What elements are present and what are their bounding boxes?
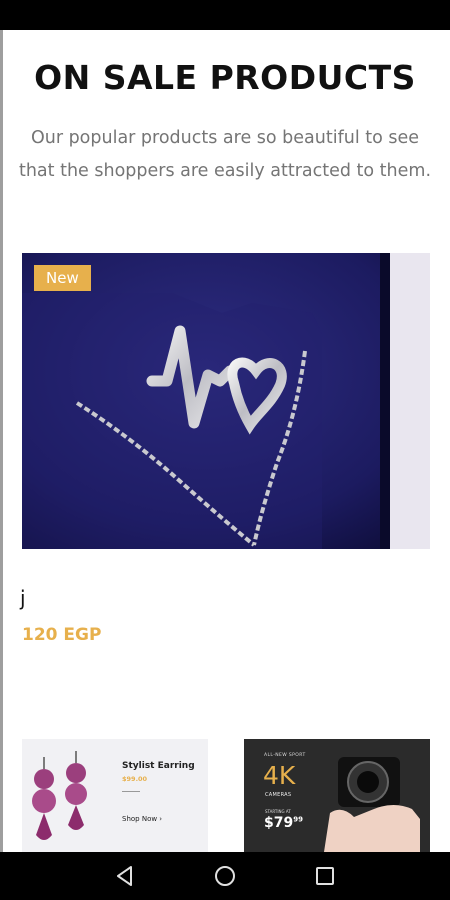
- camera-price-cents: 99: [293, 815, 303, 824]
- earring-banner-title: Stylist Earring: [122, 761, 195, 771]
- camera-banner-subhead: CAMERAS: [265, 792, 292, 798]
- recent-apps-square-icon[interactable]: [313, 864, 337, 888]
- product-image[interactable]: New: [22, 253, 430, 549]
- system-navigation-bar: [0, 852, 450, 900]
- ring-necklace-photo: [22, 253, 430, 549]
- earring-illustration: [32, 751, 87, 840]
- earring-banner-price: $99.00: [122, 775, 148, 783]
- app-screen: ON SALE PRODUCTS Our popular products ar…: [0, 30, 450, 852]
- home-circle-icon[interactable]: [213, 864, 237, 888]
- section-subtitle: Our popular products are so beautiful to…: [18, 128, 432, 181]
- camera-banner-starting: STARTING AT: [265, 809, 291, 814]
- camera-price-main: $79: [264, 815, 294, 831]
- new-badge: New: [34, 265, 91, 291]
- product-price: 120 EGP: [22, 625, 102, 645]
- back-triangle-icon[interactable]: [113, 864, 137, 888]
- earring-shop-now-link[interactable]: Shop Now ›: [122, 815, 162, 823]
- earring-banner[interactable]: Stylist Earring $99.00 Shop Now ›: [22, 739, 208, 852]
- camera-banner-tagline: ALL-NEW SPORT: [264, 753, 306, 758]
- earring-banner-divider: [122, 791, 140, 792]
- camera-banner[interactable]: ALL-NEW SPORT 4K CAMERAS STARTING AT $79…: [244, 739, 430, 852]
- camera-banner-price: $7999: [264, 815, 303, 831]
- status-bar: [0, 0, 450, 30]
- camera-banner-headline: 4K: [263, 761, 296, 790]
- section-title: ON SALE PRODUCTS: [34, 58, 416, 97]
- product-name[interactable]: j: [20, 586, 26, 610]
- camera-illustration: [324, 757, 420, 852]
